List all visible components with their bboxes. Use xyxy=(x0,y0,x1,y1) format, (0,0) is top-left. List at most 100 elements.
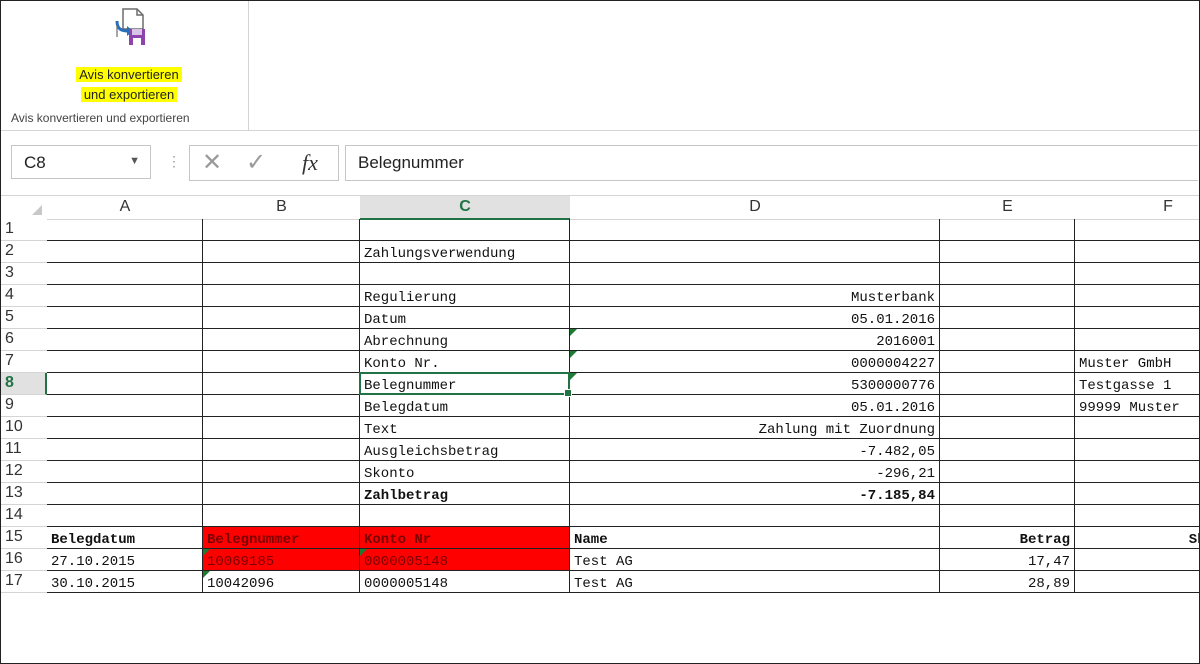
row-header-1[interactable]: 1 xyxy=(1,219,47,241)
row-header-6[interactable]: 6 xyxy=(1,329,47,351)
cell-a11[interactable] xyxy=(47,439,203,461)
avis-convert-export-button[interactable]: Avis konvertieren und exportieren xyxy=(53,7,203,107)
cell-f16[interactable] xyxy=(1075,549,1199,571)
cell-a16[interactable]: 27.10.2015 xyxy=(47,549,203,571)
row-header-11[interactable]: 11 xyxy=(1,439,47,461)
cell-e13[interactable] xyxy=(940,483,1075,505)
row-header-12[interactable]: 12 xyxy=(1,461,47,483)
cell-f8[interactable]: Testgasse 1 xyxy=(1075,373,1199,395)
cell-c17[interactable]: 0000005148 xyxy=(360,571,570,593)
cell-c12[interactable]: Skonto xyxy=(360,461,570,483)
cell-b10[interactable] xyxy=(203,417,360,439)
cell-b8[interactable] xyxy=(203,373,360,395)
column-header-f[interactable]: F xyxy=(1075,196,1199,220)
name-box[interactable]: C8 ▼ xyxy=(11,145,151,179)
cell-b7[interactable] xyxy=(203,351,360,373)
cell-c14[interactable] xyxy=(360,505,570,527)
row-header-13[interactable]: 13 xyxy=(1,483,47,505)
cell-a6[interactable] xyxy=(47,329,203,351)
cell-e16[interactable]: 17,47 xyxy=(940,549,1075,571)
cell-c7[interactable]: Konto Nr. xyxy=(360,351,570,373)
cell-f15[interactable]: Skontobe xyxy=(1075,527,1199,549)
column-header-e[interactable]: E xyxy=(940,196,1076,220)
cell-d13[interactable]: -7.185,84 xyxy=(570,483,940,505)
cell-a3[interactable] xyxy=(47,263,203,285)
cell-a9[interactable] xyxy=(47,395,203,417)
cell-d4[interactable]: Musterbank xyxy=(570,285,940,307)
cell-d8[interactable]: 5300000776 xyxy=(570,373,940,395)
cell-d16[interactable]: Test AG xyxy=(570,549,940,571)
cell-a17[interactable]: 30.10.2015 xyxy=(47,571,203,593)
cell-c8[interactable]: Belegnummer xyxy=(360,373,570,395)
cell-e6[interactable] xyxy=(940,329,1075,351)
cell-c5[interactable]: Datum xyxy=(360,307,570,329)
cell-c9[interactable]: Belegdatum xyxy=(360,395,570,417)
row-header-2[interactable]: 2 xyxy=(1,241,47,263)
cell-b11[interactable] xyxy=(203,439,360,461)
cell-a7[interactable] xyxy=(47,351,203,373)
chevron-down-icon[interactable]: ▼ xyxy=(129,155,140,167)
row-header-14[interactable]: 14 xyxy=(1,505,47,527)
row-header-15[interactable]: 15 xyxy=(1,527,47,549)
cell-c6[interactable]: Abrechnung xyxy=(360,329,570,351)
cell-b5[interactable] xyxy=(203,307,360,329)
cell-d1[interactable] xyxy=(570,219,940,241)
row-header-7[interactable]: 7 xyxy=(1,351,47,373)
cell-b2[interactable] xyxy=(203,241,360,263)
cell-d3[interactable] xyxy=(570,263,940,285)
cell-f12[interactable] xyxy=(1075,461,1199,483)
column-header-d[interactable]: D xyxy=(570,196,941,220)
cell-d15[interactable]: Name xyxy=(570,527,940,549)
cell-c16[interactable]: 0000005148 xyxy=(360,549,570,571)
cell-e9[interactable] xyxy=(940,395,1075,417)
cell-f10[interactable] xyxy=(1075,417,1199,439)
cell-f5[interactable] xyxy=(1075,307,1199,329)
cell-b17[interactable]: 10042096 xyxy=(203,571,360,593)
insert-function-icon[interactable]: fx xyxy=(302,150,318,176)
cell-c4[interactable]: Regulierung xyxy=(360,285,570,307)
cell-d7[interactable]: 0000004227 xyxy=(570,351,940,373)
cell-a13[interactable] xyxy=(47,483,203,505)
cell-e2[interactable] xyxy=(940,241,1075,263)
cell-f14[interactable] xyxy=(1075,505,1199,527)
cell-d9[interactable]: 05.01.2016 xyxy=(570,395,940,417)
cell-c3[interactable] xyxy=(360,263,570,285)
formula-input[interactable]: Belegnummer xyxy=(345,145,1198,181)
row-header-5[interactable]: 5 xyxy=(1,307,47,329)
row-header-17[interactable]: 17 xyxy=(1,571,47,593)
cell-a1[interactable] xyxy=(47,219,203,241)
cell-e12[interactable] xyxy=(940,461,1075,483)
row-header-3[interactable]: 3 xyxy=(1,263,47,285)
cell-c1[interactable] xyxy=(360,219,570,241)
cell-a8[interactable] xyxy=(47,373,203,395)
cell-e1[interactable] xyxy=(940,219,1075,241)
enter-icon[interactable]: ✓ xyxy=(246,148,266,177)
cell-e17[interactable]: 28,89 xyxy=(940,571,1075,593)
cell-d5[interactable]: 05.01.2016 xyxy=(570,307,940,329)
cell-d12[interactable]: -296,21 xyxy=(570,461,940,483)
cell-b9[interactable] xyxy=(203,395,360,417)
select-all-corner[interactable] xyxy=(1,196,48,220)
cell-e14[interactable] xyxy=(940,505,1075,527)
cell-b12[interactable] xyxy=(203,461,360,483)
cancel-icon[interactable]: ✕ xyxy=(202,148,222,177)
cell-b13[interactable] xyxy=(203,483,360,505)
cell-a14[interactable] xyxy=(47,505,203,527)
cell-f3[interactable] xyxy=(1075,263,1199,285)
cell-a2[interactable] xyxy=(47,241,203,263)
cell-a12[interactable] xyxy=(47,461,203,483)
cell-b16[interactable]: 10069185 xyxy=(203,549,360,571)
cell-f6[interactable] xyxy=(1075,329,1199,351)
cell-f13[interactable] xyxy=(1075,483,1199,505)
cell-e15[interactable]: Betrag xyxy=(940,527,1075,549)
row-header-16[interactable]: 16 xyxy=(1,549,47,571)
cell-c10[interactable]: Text xyxy=(360,417,570,439)
cell-a15[interactable]: Belegdatum xyxy=(47,527,203,549)
column-header-c[interactable]: C xyxy=(360,196,571,220)
cell-b15[interactable]: Belegnummer xyxy=(203,527,360,549)
column-header-a[interactable]: A xyxy=(47,196,204,220)
cell-b1[interactable] xyxy=(203,219,360,241)
row-header-8[interactable]: 8 xyxy=(1,373,47,395)
cell-a4[interactable] xyxy=(47,285,203,307)
cell-f4[interactable] xyxy=(1075,285,1199,307)
